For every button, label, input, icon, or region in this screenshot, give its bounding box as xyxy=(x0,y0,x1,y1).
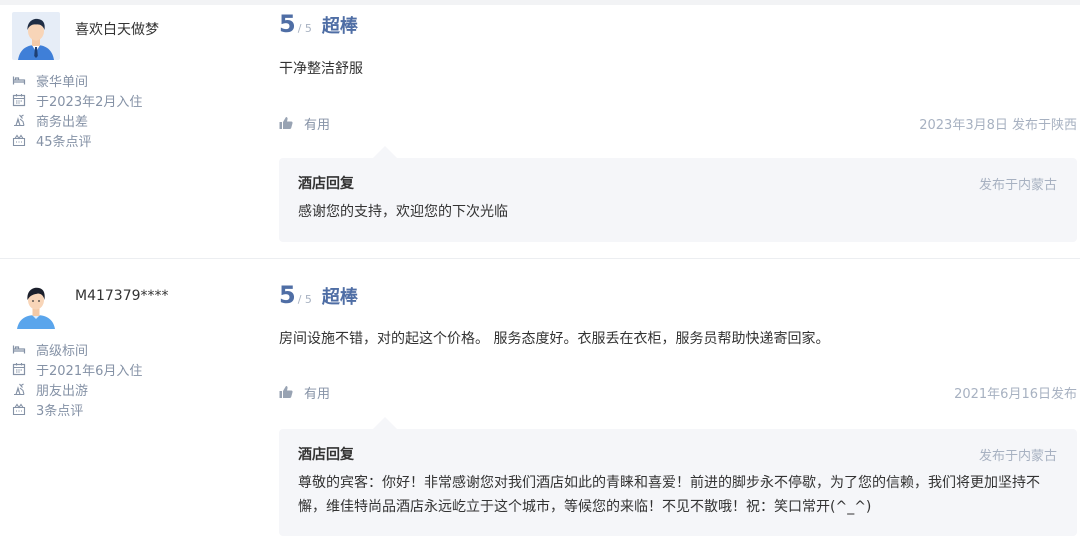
reviewer-meta: 高级标间 于2021年6月入住 朋友出游 3条点评 xyxy=(12,339,142,419)
trip-type-icon xyxy=(14,114,25,127)
post-date: 2021年6月16日发布 xyxy=(954,386,1077,402)
reply-header: 酒店回复 发布于内蒙古 xyxy=(298,172,1057,194)
reply-pointer xyxy=(373,417,397,429)
thumbs-up-icon xyxy=(279,117,293,129)
reply-location: 发布于内蒙古 xyxy=(978,177,1057,193)
trip-type: 商务出差 xyxy=(12,110,142,130)
calendar-icon xyxy=(12,94,26,107)
review-count-label: 45条点评 xyxy=(36,134,92,150)
bed-icon xyxy=(12,76,26,85)
hotel-reply: 酒店回复 发布于内蒙古 尊敬的宾客：你好！非常感谢您对我们酒店如此的青睐和喜爱！… xyxy=(279,417,1077,536)
trip-type-label: 朋友出游 xyxy=(36,383,89,399)
reply-pointer xyxy=(373,146,397,158)
rating: 5 / 5 超棒 xyxy=(279,281,358,315)
review-count-icon xyxy=(12,134,26,147)
rating-word: 超棒 xyxy=(321,287,358,308)
hotel-reply: 酒店回复 发布于内蒙古 感谢您的支持，欢迎您的下次光临 xyxy=(279,146,1077,242)
helpful-button[interactable]: 有用 xyxy=(279,114,330,133)
bed-icon xyxy=(12,345,26,354)
stay-date: 于2021年6月入住 xyxy=(12,359,142,379)
review-actions: 有用 2021年6月16日发布 xyxy=(279,382,1077,402)
rating-score: 5 xyxy=(279,281,296,309)
review-count-label: 3条点评 xyxy=(36,403,84,419)
stay-date: 于2023年2月入住 xyxy=(12,90,142,110)
post-date: 2023年3月8日 发布于陕西 xyxy=(919,117,1077,133)
reply-text: 尊敬的宾客：你好！非常感谢您对我们酒店如此的青睐和喜爱！前进的脚步永不停歇，为了… xyxy=(298,475,1040,515)
review-item: M417379**** 高级标间 于2021年6月入住 朋友出游 3条点评 5 … xyxy=(0,258,1080,538)
reply-title: 酒店回复 xyxy=(298,447,354,463)
calendar-icon xyxy=(12,363,26,376)
trip-type-icon xyxy=(14,383,25,396)
thumbs-up-icon xyxy=(279,386,293,398)
trip-type: 朋友出游 xyxy=(12,379,142,399)
review-count-icon xyxy=(12,403,26,416)
room-type: 豪华单间 xyxy=(12,70,142,90)
stay-date-label: 于2021年6月入住 xyxy=(36,363,143,379)
rating: 5 / 5 超棒 xyxy=(279,10,358,44)
helpful-label: 有用 xyxy=(304,386,331,402)
reply-title: 酒店回复 xyxy=(298,176,354,192)
review-actions: 有用 2023年3月8日 发布于陕西 xyxy=(279,113,1077,133)
reviewer-meta: 豪华单间 于2023年2月入住 商务出差 45条点评 xyxy=(12,70,142,150)
rating-total: / 5 xyxy=(297,22,312,35)
avatar xyxy=(12,281,60,329)
reply-location: 发布于内蒙古 xyxy=(978,448,1057,464)
rating-score: 5 xyxy=(279,10,296,38)
room-type-label: 高级标间 xyxy=(36,343,89,359)
rating-word: 超棒 xyxy=(321,16,358,37)
review-text: 干净整洁舒服 xyxy=(279,61,363,77)
reply-header: 酒店回复 发布于内蒙古 xyxy=(298,443,1057,465)
review-item: 喜欢白天做梦 豪华单间 于2023年2月入住 商务出差 45条点评 5 / 5 xyxy=(0,0,1080,258)
review-count: 3条点评 xyxy=(12,399,142,419)
reply-text: 感谢您的支持，欢迎您的下次光临 xyxy=(298,204,508,220)
helpful-label: 有用 xyxy=(304,117,331,133)
trip-type-label: 商务出差 xyxy=(36,114,89,130)
rating-total: / 5 xyxy=(297,293,312,306)
review-text: 房间设施不错，对的起这个价格。 服务态度好。衣服丢在衣柜，服务员帮助快递寄回家。 xyxy=(279,331,830,347)
room-type: 高级标间 xyxy=(12,339,142,359)
room-type-label: 豪华单间 xyxy=(36,74,89,90)
avatar xyxy=(12,12,60,60)
helpful-button[interactable]: 有用 xyxy=(279,383,330,402)
reviewer-name: 喜欢白天做梦 xyxy=(75,22,159,38)
reviewer-name: M417379**** xyxy=(75,288,169,304)
stay-date-label: 于2023年2月入住 xyxy=(36,94,143,110)
review-count: 45条点评 xyxy=(12,130,142,150)
